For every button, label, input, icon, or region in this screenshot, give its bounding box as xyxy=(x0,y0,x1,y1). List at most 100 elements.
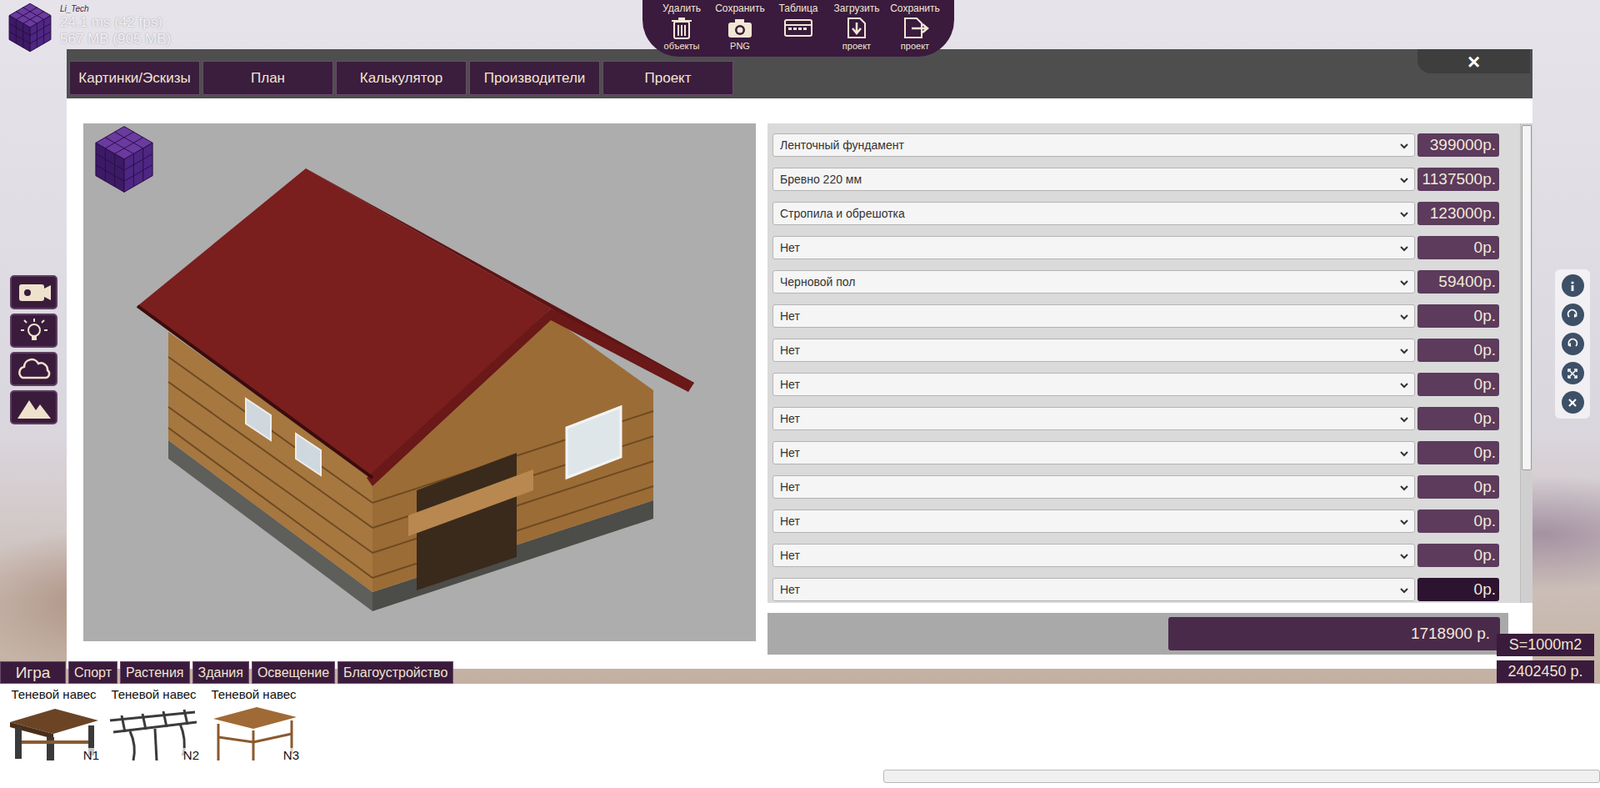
memory-usage: 567 MB (905 MB) xyxy=(60,30,171,48)
left-toolbar xyxy=(10,275,58,425)
rotate-right-icon xyxy=(1565,308,1580,322)
house-preview[interactable] xyxy=(83,123,756,641)
item-dropdown[interactable]: Нет xyxy=(772,543,1415,567)
dialog-tab[interactable]: Проект xyxy=(602,60,734,95)
round-tool-button[interactable] xyxy=(1561,361,1585,385)
estimate-row: Стропила и обрешотка 123000р. xyxy=(772,201,1500,225)
dialog-tab[interactable]: Производители xyxy=(469,60,600,95)
toolbar-caption: проект xyxy=(900,40,930,52)
catalog-strip: Теневой навесN1Теневой навесN2Теневой на… xyxy=(0,683,1600,788)
chevron-down-icon xyxy=(1399,584,1410,595)
top-toolbar: УдалитьобъектыСохранитьPNGТаблицаЗагрузи… xyxy=(642,0,955,57)
camera-icon xyxy=(725,15,755,40)
estimate-row: Нет 0р. xyxy=(772,338,1500,362)
toolbar-button[interactable]: Таблица xyxy=(769,0,828,57)
catalog-item[interactable]: Теневой навесN1 xyxy=(5,686,103,762)
toolbar-caption: проект xyxy=(842,40,871,52)
item-dropdown[interactable]: Нет xyxy=(772,406,1415,430)
round-tool-button[interactable] xyxy=(1561,390,1585,414)
item-dropdown[interactable]: Нет xyxy=(772,577,1415,601)
catalog-item[interactable]: Теневой навесN2 xyxy=(105,686,203,762)
item-dropdown[interactable]: Черновой пол xyxy=(772,270,1415,294)
item-dropdown[interactable]: Нет xyxy=(772,304,1415,328)
item-dropdown-value: Нет xyxy=(780,514,1400,528)
tool-button[interactable] xyxy=(10,390,58,425)
toolbar-button[interactable]: Удалитьобъекты xyxy=(652,0,711,57)
item-price: 0р. xyxy=(1417,304,1500,328)
item-dropdown[interactable]: Нет xyxy=(772,509,1415,533)
category-tab[interactable]: Благоустройство xyxy=(337,660,454,684)
item-dropdown[interactable]: Стропила и обрешотка xyxy=(772,201,1415,225)
tool-button[interactable] xyxy=(10,313,58,348)
catalog-thumbnail: N3 xyxy=(205,703,303,762)
item-dropdown[interactable]: Нет xyxy=(772,440,1415,465)
fullscreen-icon xyxy=(1565,366,1580,380)
item-dropdown-value: Нет xyxy=(780,377,1400,391)
round-tool-button[interactable] xyxy=(1561,274,1585,297)
tool-button[interactable] xyxy=(10,275,58,310)
item-dropdown[interactable]: Нет xyxy=(772,372,1415,396)
toolbar-label: Сохранить xyxy=(890,2,940,15)
item-price: 123000р. xyxy=(1417,201,1500,225)
item-dropdown[interactable]: Нет xyxy=(772,235,1415,260)
dialog-tab[interactable]: План xyxy=(202,60,334,95)
item-dropdown-value: Стропила и обрешотка xyxy=(780,206,1400,220)
category-tab[interactable]: Спорт xyxy=(68,660,118,684)
item-dropdown[interactable]: Нет xyxy=(772,475,1415,499)
item-dropdown[interactable]: Нет xyxy=(772,338,1415,362)
estimate-rows: Ленточный фундамент399000р.Бревно 220 мм… xyxy=(767,123,1520,603)
stats-text: Li_Tech24.1 ms (42 fps)567 MB (905 MB) xyxy=(60,2,171,53)
toolbar-label: Загрузить xyxy=(834,2,880,15)
chevron-down-icon xyxy=(1399,481,1410,492)
catalog-number: N2 xyxy=(182,747,200,762)
item-price: 0р. xyxy=(1417,372,1500,396)
toolbar-button[interactable]: СохранитьPNG xyxy=(710,0,770,57)
tool-button[interactable] xyxy=(10,351,58,386)
close-icon xyxy=(1565,395,1580,410)
round-tool-button[interactable] xyxy=(1561,332,1585,355)
toolbar-label: Удалить xyxy=(662,2,701,15)
catalog-scrollbar[interactable] xyxy=(883,769,1600,783)
item-price: 0р. xyxy=(1417,235,1500,260)
item-dropdown[interactable]: Бревно 220 мм xyxy=(772,167,1415,191)
item-dropdown-value: Нет xyxy=(780,343,1400,357)
table-icon xyxy=(783,15,814,40)
brand-label: Li_Tech xyxy=(60,4,171,15)
catalog-title: Теневой навес xyxy=(210,686,296,702)
item-price: 0р. xyxy=(1417,338,1500,362)
category-tab[interactable]: Здания xyxy=(192,660,250,684)
close-button[interactable]: × xyxy=(1417,49,1530,74)
trash-icon xyxy=(666,15,697,40)
estimate-row: Нет0р. xyxy=(772,543,1500,567)
item-dropdown-value: Бревно 220 мм xyxy=(780,172,1400,186)
round-tool-button[interactable] xyxy=(1561,303,1585,326)
toolbar-label: Сохранить xyxy=(715,2,765,15)
total-amount: 1718900 р. xyxy=(1168,616,1500,650)
dialog-tab[interactable]: Калькулятор xyxy=(335,60,467,95)
item-dropdown-value: Черновой пол xyxy=(780,275,1400,289)
cloud-icon xyxy=(14,355,55,384)
toolbar-button[interactable]: Загрузить проект xyxy=(827,0,886,57)
chevron-down-icon xyxy=(1399,174,1410,185)
list-scrollbar[interactable] xyxy=(1520,123,1533,603)
category-tab[interactable]: Растения xyxy=(120,660,190,684)
info-icon xyxy=(1565,279,1580,293)
dialog-tab[interactable]: Картинки/Эскизы xyxy=(69,60,200,95)
item-price: 0р. xyxy=(1417,509,1500,533)
calculator-panel: Ленточный фундамент399000р.Бревно 220 мм… xyxy=(767,123,1533,669)
category-tab[interactable]: Освещение xyxy=(251,660,335,684)
catalog-number: N3 xyxy=(282,747,300,762)
category-tab[interactable]: Игра xyxy=(0,660,66,684)
estimate-row: Нет0р. xyxy=(772,304,1500,328)
item-dropdown[interactable]: Ленточный фундамент xyxy=(772,133,1415,157)
estimate-row: Нет0р. xyxy=(772,406,1500,430)
estimate-row: Нет0р. xyxy=(772,577,1500,601)
light-bulb-icon xyxy=(14,316,55,345)
estimate-row: Нет0р. xyxy=(772,475,1500,499)
chevron-down-icon xyxy=(1399,140,1410,150)
toolbar-button[interactable]: Сохранить проект xyxy=(885,0,945,57)
catalog-item[interactable]: Теневой навес N3 xyxy=(205,686,303,762)
estimate-row: Нет0р. xyxy=(772,235,1500,260)
chevron-down-icon xyxy=(1399,515,1410,526)
scrollbar-thumb[interactable] xyxy=(1521,125,1532,470)
